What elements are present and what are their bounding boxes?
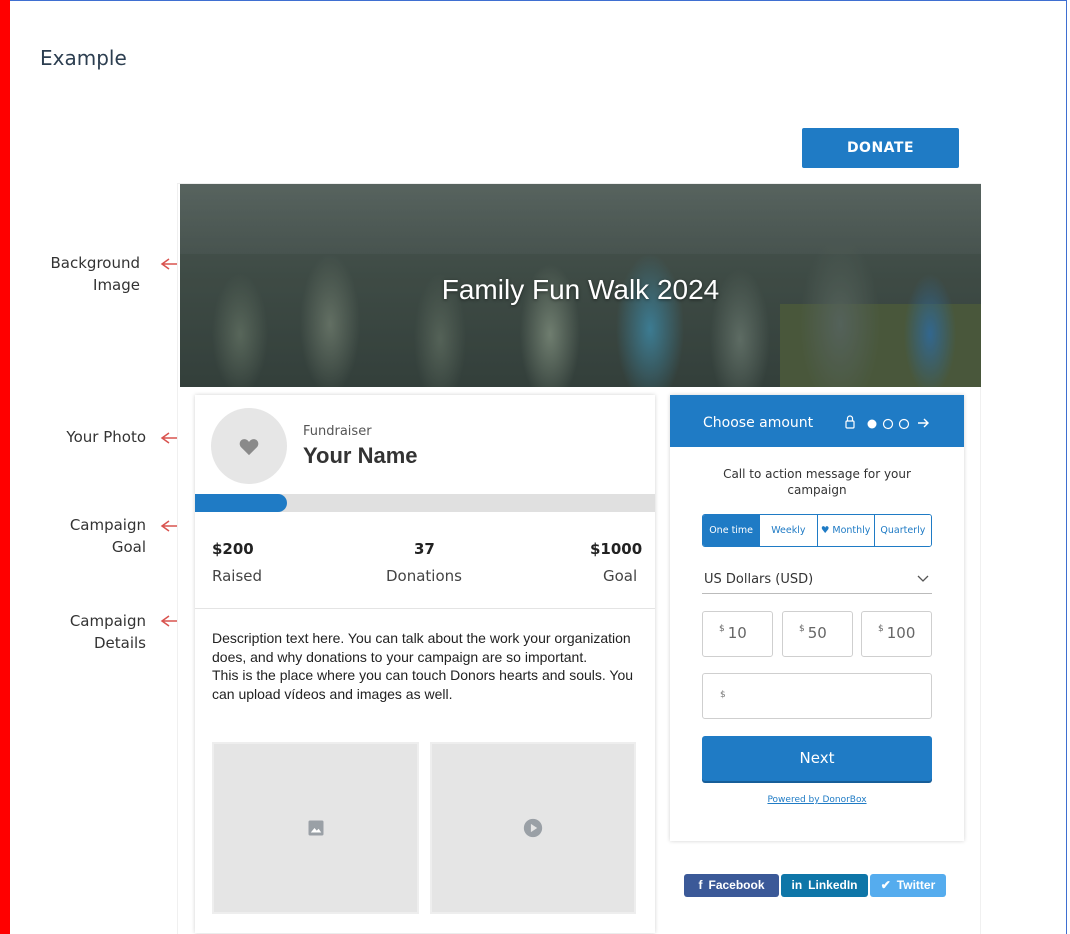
currency-symbol: $ bbox=[719, 624, 725, 634]
amount-value: 50 bbox=[807, 624, 827, 642]
goal-progress-fill bbox=[195, 494, 287, 512]
annotation-background-image: Background Image bbox=[50, 254, 141, 294]
step-dot-3 bbox=[898, 418, 910, 430]
description-paragraph-1: Description text here. You can talk abou… bbox=[212, 630, 631, 665]
call-to-action-message: Call to action message for your campaign bbox=[723, 467, 911, 497]
donations-count: 37 bbox=[414, 540, 435, 558]
raised-label: Raised bbox=[212, 567, 263, 585]
frequency-quarterly[interactable]: Quarterly bbox=[874, 515, 931, 546]
campaign-title: Family Fun Walk 2024 bbox=[441, 274, 720, 305]
annotation-your-photo: Your Photo bbox=[66, 428, 146, 446]
raised-amount: $200 bbox=[212, 540, 254, 558]
facebook-icon: f bbox=[698, 878, 703, 892]
page-heading: Example bbox=[40, 46, 127, 70]
donate-button[interactable]: DONATE bbox=[802, 128, 959, 168]
custom-amount-prefix: $ bbox=[720, 690, 726, 700]
campaign-description: Description text here. You can talk abou… bbox=[212, 629, 642, 703]
twitter-icon: ✔ bbox=[880, 878, 891, 892]
fundraiser-name: Your Name bbox=[303, 443, 418, 468]
avatar[interactable] bbox=[211, 408, 287, 484]
image-placeholder[interactable] bbox=[212, 742, 419, 914]
amount-value: 100 bbox=[886, 624, 916, 642]
donations-label: Donations bbox=[386, 567, 462, 585]
lock-icon bbox=[845, 415, 855, 429]
arrow-right-icon bbox=[918, 418, 929, 428]
share-twitter-label: Twitter bbox=[896, 878, 936, 892]
choose-amount-title: Choose amount bbox=[703, 415, 814, 431]
chevron-down-icon[interactable] bbox=[917, 575, 929, 583]
frequency-monthly[interactable]: ♥ Monthly bbox=[817, 515, 875, 546]
goal-progress-bar bbox=[195, 494, 655, 512]
description-paragraph-2: This is the place where you can touch Do… bbox=[212, 667, 634, 702]
currency-symbol: $ bbox=[799, 624, 805, 634]
powered-by-link[interactable]: Powered by DonorBox bbox=[702, 795, 932, 805]
amount-option-50[interactable]: $50 bbox=[782, 611, 853, 657]
next-button[interactable]: Next bbox=[702, 736, 932, 781]
currency-select[interactable]: US Dollars (USD) bbox=[704, 572, 813, 587]
heart-icon bbox=[239, 439, 259, 456]
share-linkedin-button[interactable]: in LinkedIn bbox=[781, 874, 868, 897]
heart-icon: ♥ bbox=[820, 525, 833, 536]
amount-option-10[interactable]: $10 bbox=[702, 611, 773, 657]
card-divider bbox=[195, 608, 655, 609]
goal-amount: $1000 bbox=[590, 540, 643, 558]
annotation-campaign-details: Campaign Details bbox=[69, 612, 146, 652]
frequency-selector: One time Weekly ♥ Monthly Quarterly bbox=[702, 514, 932, 547]
custom-amount-input[interactable]: $ bbox=[702, 673, 932, 719]
step-dot-active bbox=[867, 419, 877, 429]
frequency-one-time[interactable]: One time bbox=[703, 515, 761, 546]
image-icon bbox=[308, 820, 324, 836]
frequency-weekly[interactable]: Weekly bbox=[760, 515, 818, 546]
amount-option-100[interactable]: $100 bbox=[861, 611, 932, 657]
currency-symbol: $ bbox=[878, 624, 884, 634]
frequency-monthly-label: Monthly bbox=[832, 525, 871, 536]
amount-value: 10 bbox=[727, 624, 747, 642]
linkedin-icon: in bbox=[791, 878, 803, 892]
fundraiser-role: Fundraiser bbox=[303, 424, 372, 439]
share-facebook-button[interactable]: f Facebook bbox=[684, 874, 779, 897]
currency-underline bbox=[702, 593, 932, 594]
hero-background-image: Family Fun Walk 2024 bbox=[180, 184, 981, 387]
share-twitter-button[interactable]: ✔ Twitter bbox=[870, 874, 946, 897]
annotation-campaign-goal: Campaign Goal bbox=[69, 516, 146, 556]
left-red-bar bbox=[0, 0, 10, 934]
goal-label: Goal bbox=[603, 567, 638, 585]
play-icon bbox=[523, 818, 543, 838]
share-facebook-label: Facebook bbox=[708, 878, 765, 892]
share-linkedin-label: LinkedIn bbox=[808, 878, 858, 892]
video-placeholder[interactable] bbox=[430, 742, 636, 914]
step-indicator bbox=[845, 415, 929, 430]
step-dot-2 bbox=[882, 418, 894, 430]
